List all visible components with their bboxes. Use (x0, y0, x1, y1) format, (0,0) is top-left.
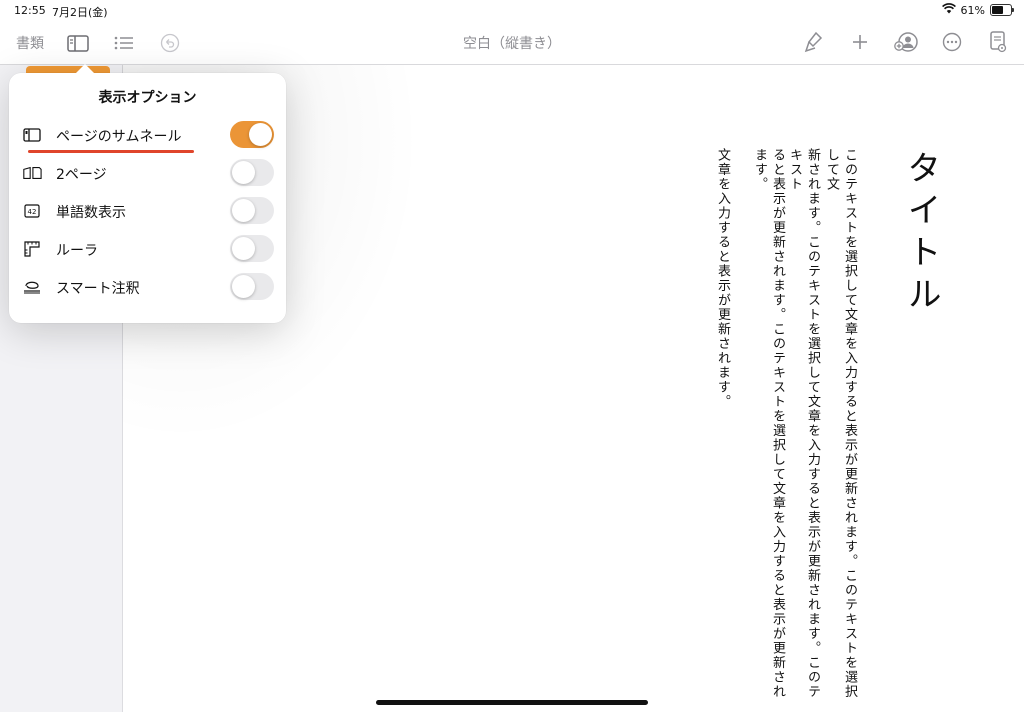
two-pages-toggle[interactable] (230, 159, 274, 186)
popover-arrow (75, 64, 95, 74)
status-date: 7月2日(金) (52, 6, 108, 19)
highlight-underline (28, 150, 194, 153)
collaborate-button[interactable] (894, 31, 918, 53)
popover-title: 表示オプション (98, 90, 197, 106)
option-label: 単語数表示 (56, 205, 126, 221)
ruler-icon (22, 241, 42, 257)
format-button[interactable] (802, 31, 826, 53)
two-pages-icon (22, 165, 42, 181)
document-view-icon (990, 31, 1007, 53)
body-text-column[interactable]: 文章を入力すると表示が更新されます。 (713, 148, 731, 409)
option-label: スマート注釈 (56, 281, 140, 297)
document-heading[interactable]: タイトル (897, 150, 946, 318)
more-button[interactable] (940, 31, 964, 53)
page-thumbnails-toggle[interactable] (230, 121, 274, 148)
status-right: 61% (941, 3, 1014, 17)
insert-button[interactable] (848, 31, 872, 53)
status-time: 12:55 (14, 4, 46, 17)
option-label: 2ページ (56, 167, 107, 183)
paintbrush-icon (804, 31, 823, 53)
option-smart-annotation[interactable]: スマート注釈 (9, 268, 286, 306)
ellipsis-circle-icon (942, 32, 962, 52)
home-indicator (376, 700, 648, 705)
option-page-thumbnails[interactable]: ページのサムネール (9, 116, 286, 154)
plus-icon (853, 35, 867, 49)
word-count-toggle[interactable] (230, 197, 274, 224)
option-label: ページのサムネール (56, 129, 182, 145)
body-text-column[interactable]: ると表示が更新されます。このテキストを選択して文章を入力すると表示が更新されます… (750, 148, 786, 712)
status-bar: 12:55 7月2日(金) 61% (0, 0, 1024, 22)
ruler-toggle[interactable] (230, 235, 274, 262)
option-word-count[interactable]: 42 単語数表示 (9, 192, 286, 230)
battery-percent: 61% (960, 3, 985, 17)
thumbnail-sidebar-icon (22, 127, 42, 143)
battery-icon (990, 4, 1014, 16)
wifi-icon (941, 3, 956, 17)
option-two-pages[interactable]: 2ページ (9, 154, 286, 192)
reading-view-button[interactable] (986, 31, 1010, 53)
smart-annotation-toggle[interactable] (230, 273, 274, 300)
svg-text:42: 42 (28, 208, 37, 216)
toolbar: 書類 空白（縦書き） (0, 22, 1024, 65)
smart-annotation-icon (22, 279, 42, 295)
add-person-icon (894, 32, 918, 52)
body-text-column[interactable]: このテキストを選択して文章を入力すると表示が更新されます。このテキストを選択して… (822, 148, 858, 712)
view-options-popover: 表示オプション ページのサムネール 2ページ 42 単語数表示 ルーラ スマート… (9, 64, 286, 323)
option-ruler[interactable]: ルーラ (9, 230, 286, 268)
body-text-column[interactable]: 新されます。このテキストを選択して文章を入力すると表示が更新されます。このテキス… (785, 148, 821, 712)
word-count-icon: 42 (22, 203, 42, 219)
option-label: ルーラ (56, 243, 98, 259)
